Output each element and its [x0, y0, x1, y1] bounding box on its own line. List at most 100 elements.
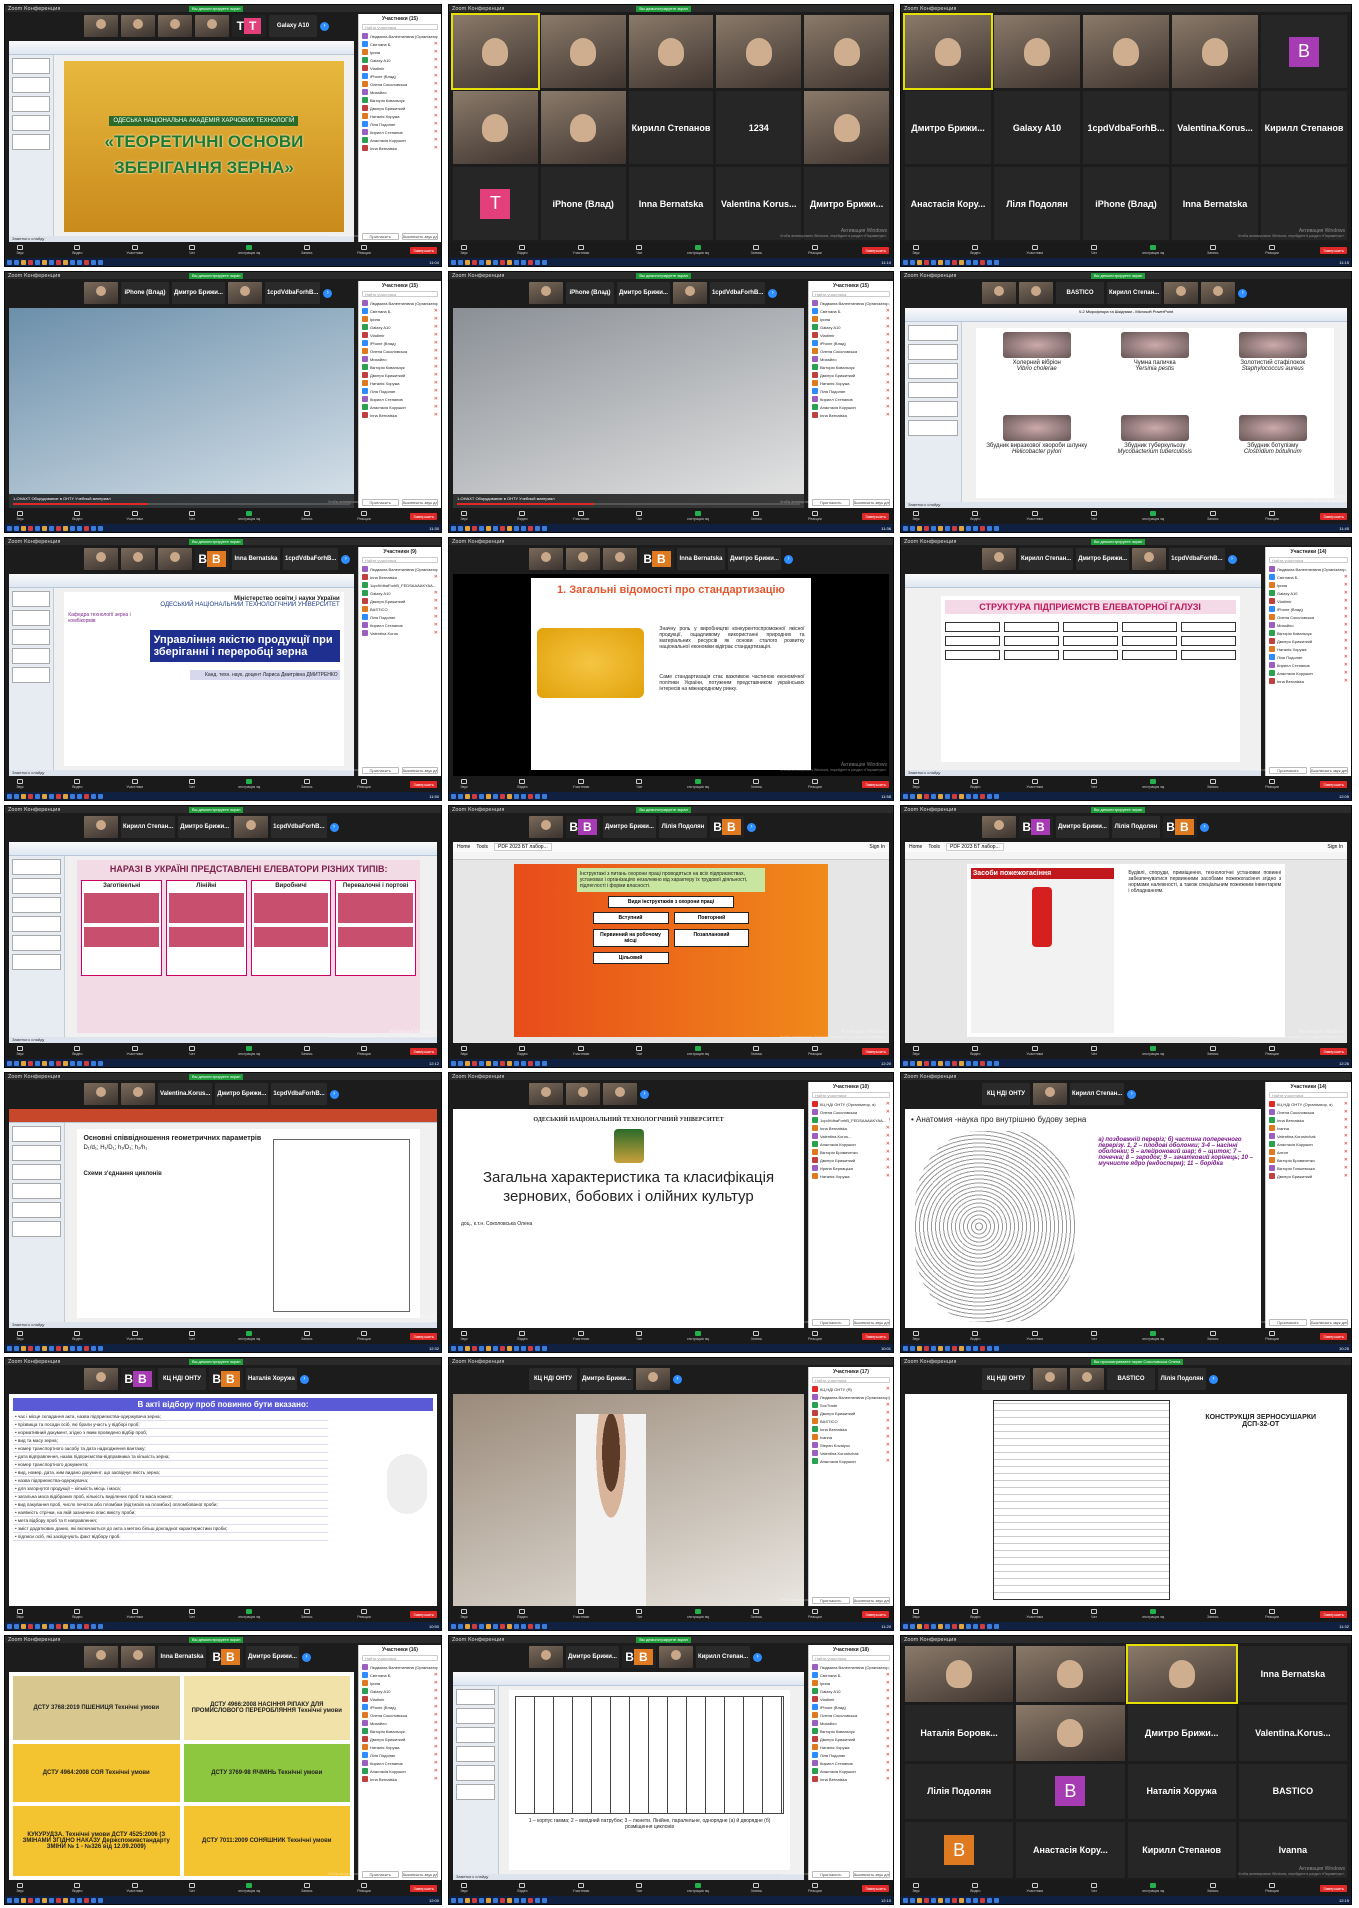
- end-meeting-button[interactable]: Завершить: [410, 246, 437, 254]
- toolbar-button[interactable]: Запись: [1202, 511, 1224, 521]
- participant-row[interactable]: Михайло ✕: [1269, 621, 1348, 629]
- participant-search-input[interactable]: Найти участника: [362, 557, 438, 563]
- taskbar-app-icon[interactable]: [910, 1060, 915, 1066]
- gallery-tile[interactable]: Inna Bernatska: [1238, 1646, 1347, 1702]
- taskbar-app-icon[interactable]: [910, 259, 915, 265]
- taskbar-app-icon[interactable]: [77, 259, 82, 265]
- taskbar-app-icon[interactable]: [535, 793, 540, 799]
- taskbar-app-icon[interactable]: [987, 259, 992, 265]
- taskbar-app-icon[interactable]: [479, 525, 484, 531]
- end-meeting-button[interactable]: Завершить: [1320, 1610, 1347, 1618]
- toolbar-button[interactable]: Чат: [1083, 245, 1105, 255]
- taskbar-app-icon[interactable]: [931, 1897, 936, 1903]
- taskbar-app-icon[interactable]: [7, 1623, 12, 1629]
- participant-row[interactable]: Ірина ✕: [362, 1679, 438, 1687]
- gallery-tile[interactable]: [994, 15, 1080, 88]
- taskbar-app-icon[interactable]: [56, 1623, 61, 1629]
- toolbar-button[interactable]: Видео: [511, 1331, 533, 1341]
- toolbar-button[interactable]: Реакции: [353, 1046, 375, 1056]
- taskbar-app-icon[interactable]: [98, 525, 103, 531]
- participant-row[interactable]: iPhone (Влад) ✕: [362, 72, 438, 80]
- taskbar-app-icon[interactable]: [21, 1345, 26, 1351]
- taskbar-app-icon[interactable]: [84, 1623, 89, 1629]
- participant-row[interactable]: Вікторія Гоншевська ✕: [1269, 1164, 1348, 1172]
- taskbar-app-icon[interactable]: [458, 525, 463, 531]
- gallery-tile[interactable]: [903, 13, 993, 90]
- taskbar-app-icon[interactable]: [28, 259, 33, 265]
- taskbar-app-icon[interactable]: [917, 1345, 922, 1351]
- toolbar-button[interactable]: Запись: [1202, 245, 1224, 255]
- gallery-tile[interactable]: [453, 91, 538, 164]
- participant-row[interactable]: Наталія Хоружа ✕: [362, 112, 438, 120]
- gallery-tile[interactable]: [1016, 1646, 1125, 1702]
- taskbar-app-icon[interactable]: [528, 1345, 533, 1351]
- taskbar-app-icon[interactable]: [84, 525, 89, 531]
- taskbar-app-icon[interactable]: [959, 793, 964, 799]
- end-meeting-button[interactable]: Завершить: [862, 1332, 889, 1340]
- taskbar-app-icon[interactable]: [521, 259, 526, 265]
- end-meeting-button[interactable]: Завершить: [1320, 246, 1347, 254]
- participant-row[interactable]: Людмила Валентинівна (Організатор, я)✕: [362, 299, 438, 307]
- taskbar-app-icon[interactable]: [77, 525, 82, 531]
- next-page-button[interactable]: ›: [783, 554, 793, 564]
- participant-row[interactable]: iPhone (Влад) ✕: [812, 339, 890, 347]
- toolbar-button[interactable]: Демонстрация экрана: [238, 1046, 260, 1056]
- taskbar-app-icon[interactable]: [994, 793, 999, 799]
- gallery-tile[interactable]: Galaxy A10: [994, 91, 1080, 164]
- taskbar-app-icon[interactable]: [528, 1897, 533, 1903]
- participant-row[interactable]: Дмитро Брижиткий ✕: [812, 1735, 890, 1743]
- end-meeting-button[interactable]: Завершить: [862, 512, 889, 520]
- participant-row[interactable]: Наталія Хоружа ✕: [812, 379, 890, 387]
- taskbar-app-icon[interactable]: [7, 525, 12, 531]
- toolbar-button[interactable]: Чат: [628, 1331, 650, 1341]
- toolbar-button[interactable]: Участники: [124, 1883, 146, 1893]
- participant-row[interactable]: iPhone (Влад) ✕: [362, 1703, 438, 1711]
- taskbar-app-icon[interactable]: [472, 1623, 477, 1629]
- taskbar-app-icon[interactable]: [917, 1060, 922, 1066]
- end-meeting-button[interactable]: Завершить: [1320, 1332, 1347, 1340]
- participant-row[interactable]: Анастасія Корушин ✕: [1269, 1140, 1348, 1148]
- taskbar-app-icon[interactable]: [479, 793, 484, 799]
- taskbar-app-icon[interactable]: [507, 793, 512, 799]
- participant-row[interactable]: Людмила Валентинівна (Організатор, я)✕: [362, 1663, 438, 1671]
- participant-row[interactable]: Анастасія Корушин ✕: [362, 1767, 438, 1775]
- toolbar-button[interactable]: Звук: [453, 1883, 475, 1893]
- taskbar-app-icon[interactable]: [917, 793, 922, 799]
- gallery-tile[interactable]: Valentina.Korus...: [1238, 1704, 1347, 1761]
- taskbar-app-icon[interactable]: [528, 525, 533, 531]
- taskbar-app-icon[interactable]: [973, 259, 978, 265]
- participant-row[interactable]: Анастасія Корушин ✕: [812, 403, 890, 411]
- toolbar-button[interactable]: Реакции: [1261, 245, 1283, 255]
- toolbar-button[interactable]: Запись: [1202, 1609, 1224, 1619]
- toolbar-button[interactable]: Звук: [9, 1883, 31, 1893]
- taskbar-app-icon[interactable]: [91, 259, 96, 265]
- participant-row[interactable]: SocTrade ✕: [812, 1401, 890, 1409]
- taskbar-app-icon[interactable]: [451, 1345, 456, 1351]
- toolbar-button[interactable]: Демонстрация экрана: [1142, 1609, 1164, 1619]
- taskbar-app-icon[interactable]: [451, 259, 456, 265]
- participant-row[interactable]: iPhone (Влад) ✕: [812, 1703, 890, 1711]
- next-page-button[interactable]: ›: [323, 288, 333, 298]
- toolbar-button[interactable]: Чат: [628, 1609, 650, 1619]
- toolbar-button[interactable]: Чат: [181, 1331, 203, 1341]
- participant-row[interactable]: Ivanna ✕: [812, 1433, 890, 1441]
- taskbar-app-icon[interactable]: [980, 259, 985, 265]
- taskbar-app-icon[interactable]: [938, 1060, 943, 1066]
- taskbar-app-icon[interactable]: [959, 1623, 964, 1629]
- toolbar-button[interactable]: Демонстрация экрана: [1142, 1883, 1164, 1893]
- taskbar-app-icon[interactable]: [966, 1897, 971, 1903]
- toolbar-button[interactable]: Реакции: [804, 511, 826, 521]
- taskbar-app-icon[interactable]: [486, 525, 491, 531]
- toolbar-button[interactable]: Участники: [570, 1883, 592, 1893]
- taskbar-app-icon[interactable]: [966, 259, 971, 265]
- taskbar-app-icon[interactable]: [63, 1897, 68, 1903]
- taskbar-app-icon[interactable]: [507, 1897, 512, 1903]
- taskbar-app-icon[interactable]: [938, 1623, 943, 1629]
- participant-row[interactable]: Ivanna ✕: [1269, 1124, 1348, 1132]
- participant-row[interactable]: Людмила Валентинівна (Організатор, я)✕: [812, 299, 890, 307]
- toolbar-button[interactable]: Чат: [628, 245, 650, 255]
- taskbar-app-icon[interactable]: [70, 1345, 75, 1351]
- taskbar-app-icon[interactable]: [903, 793, 908, 799]
- taskbar-app-icon[interactable]: [56, 1060, 61, 1066]
- taskbar-app-icon[interactable]: [28, 793, 33, 799]
